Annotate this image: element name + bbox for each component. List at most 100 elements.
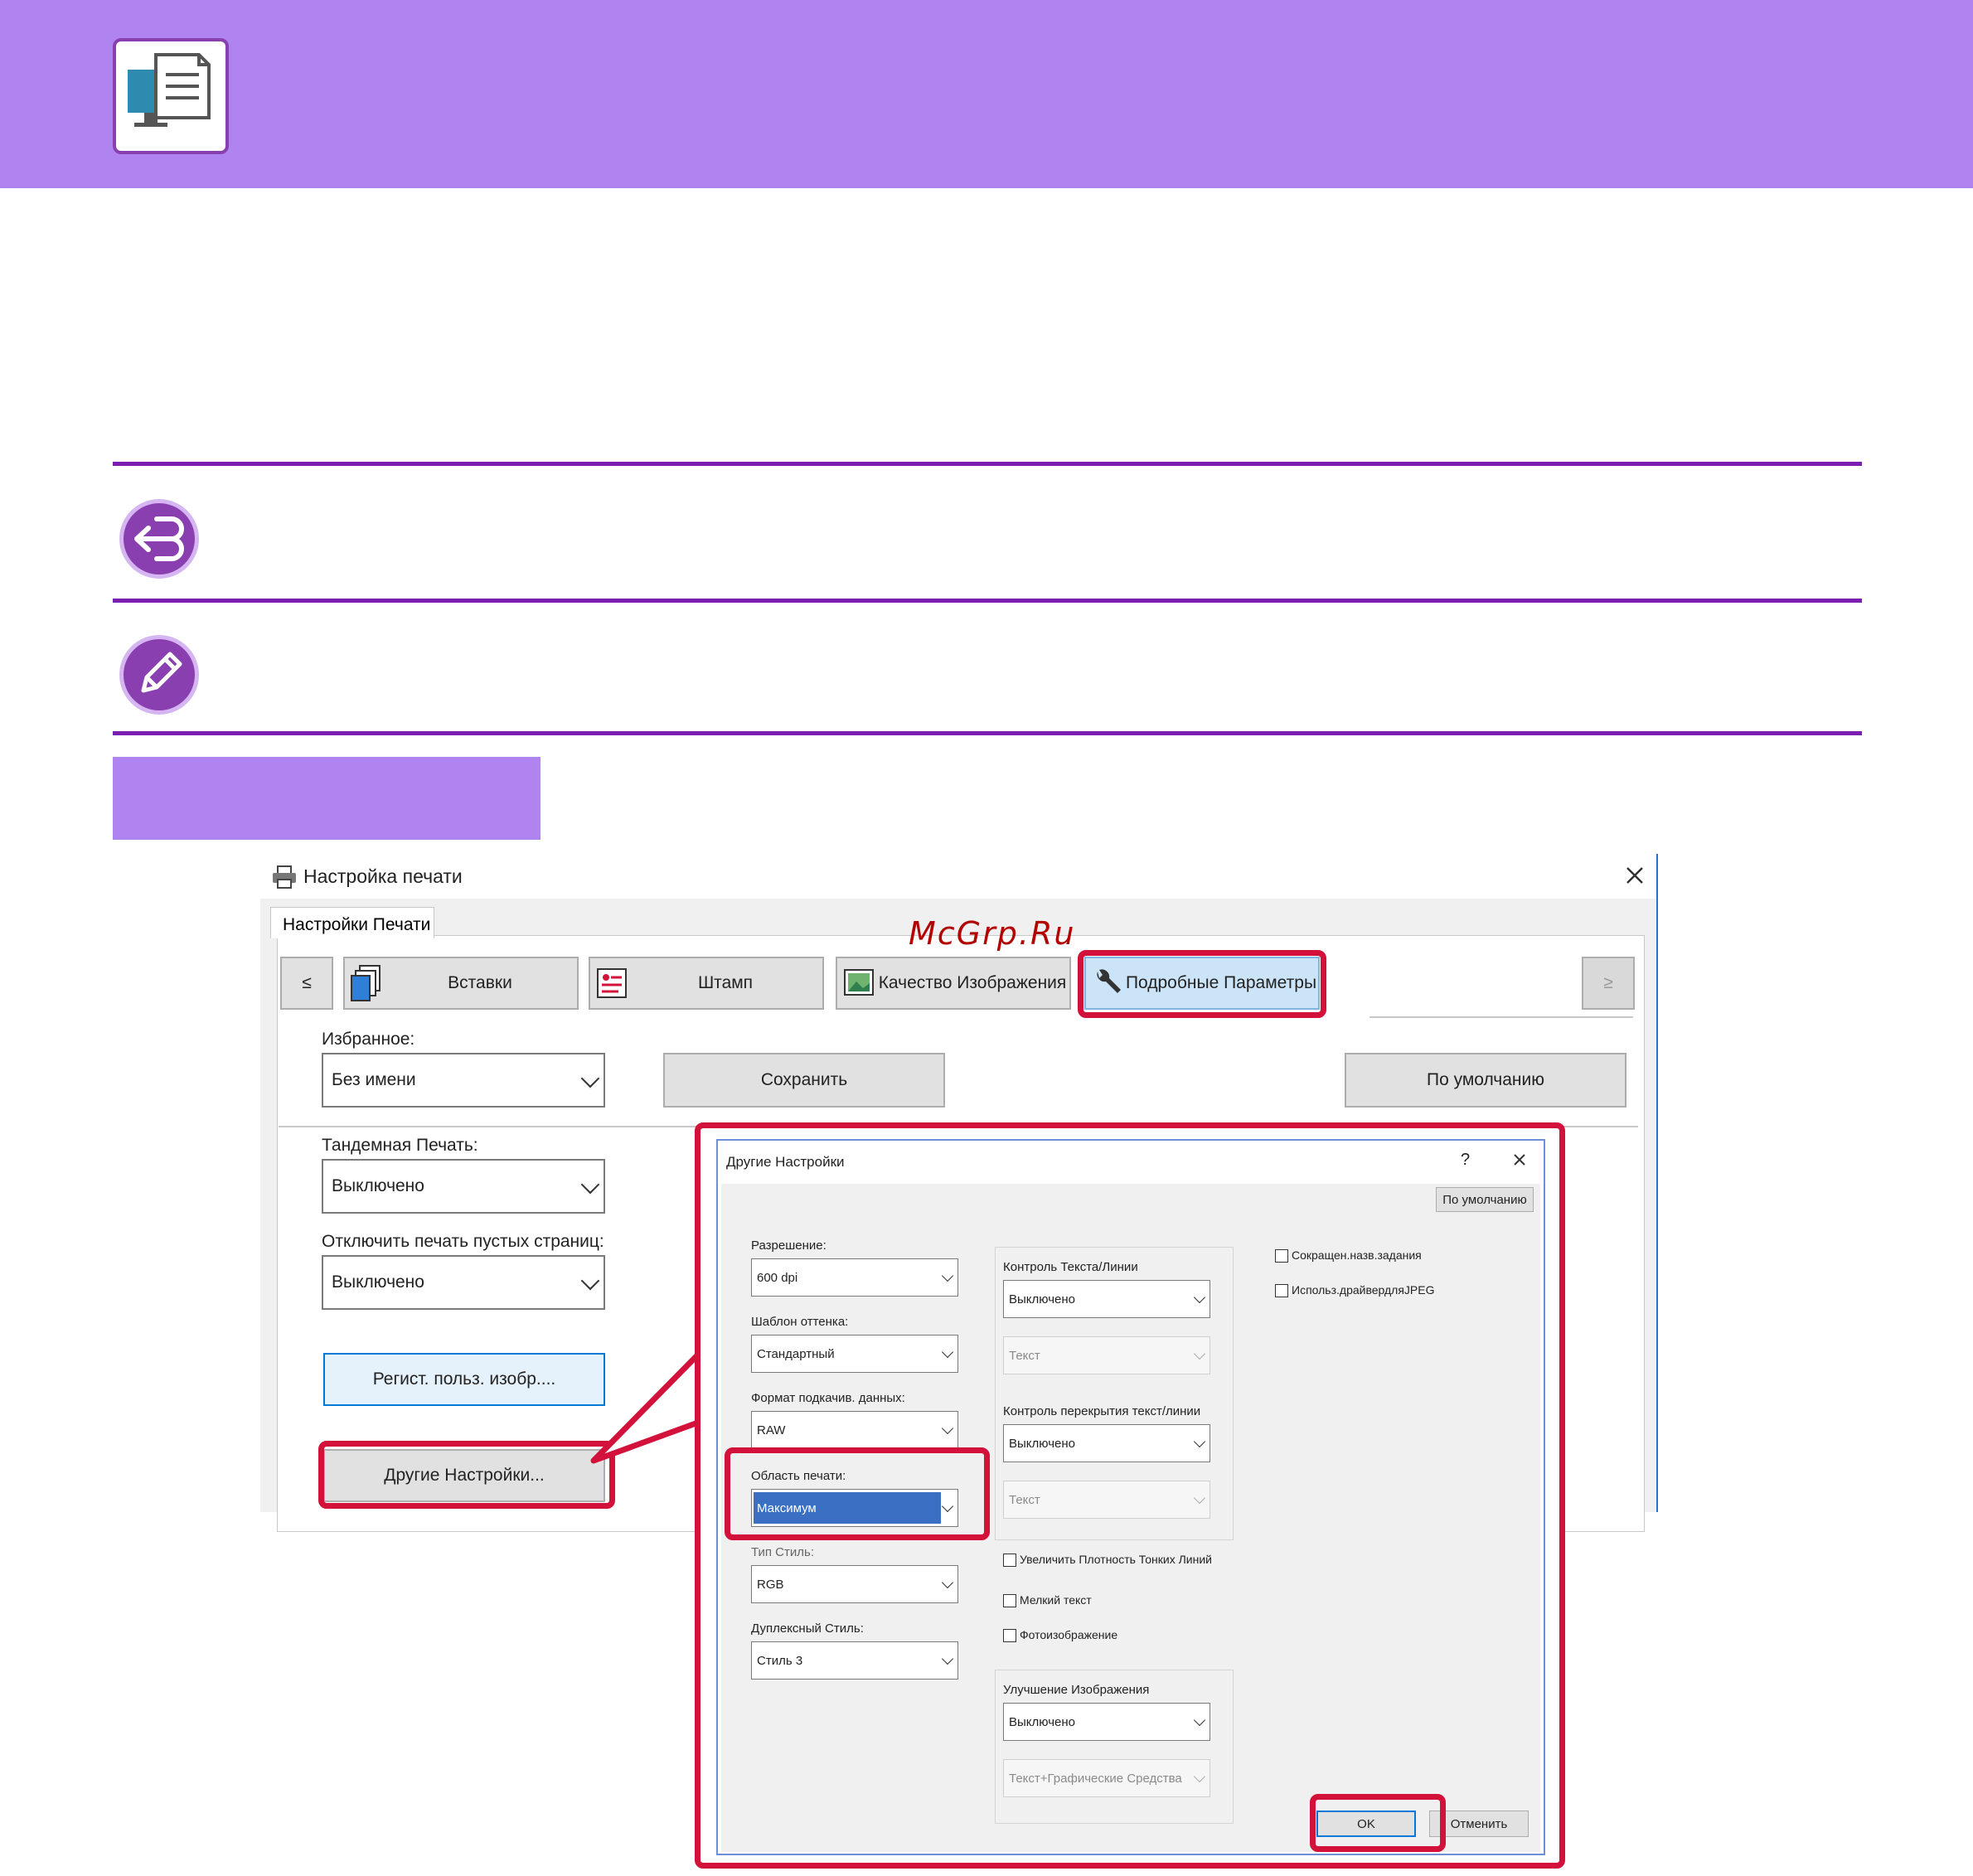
watermark-text: McGrp.Ru — [909, 915, 1076, 952]
print-document-icon — [113, 38, 229, 154]
dialog-title: Настройка печати — [303, 865, 463, 887]
tone-pattern-label: Шаблон оттенка: — [751, 1315, 849, 1329]
overlap-control-label: Контроль перекрытия текст/линии — [1003, 1404, 1201, 1418]
small-text-label: Мелкий текст — [1020, 1593, 1092, 1607]
printer-icon — [272, 865, 297, 889]
favorites-select[interactable]: Без имени — [322, 1053, 605, 1108]
thin-lines-label: Увеличить Плотность Тонких Линий — [1020, 1553, 1212, 1566]
defaults-button[interactable]: По умолчанию — [1345, 1053, 1626, 1108]
chevron-down-icon — [580, 1175, 600, 1195]
register-image-button[interactable]: Регист. польз. изобр.... — [323, 1353, 605, 1406]
chevron-down-icon — [941, 1576, 954, 1589]
tab-print-settings[interactable]: Настройки Печати — [270, 907, 434, 938]
chevron-down-icon — [1193, 1491, 1206, 1505]
header-band — [0, 0, 1973, 188]
text-line-control-label: Контроль Текста/Линии — [1003, 1260, 1138, 1274]
help-icon[interactable]: ? — [1461, 1151, 1470, 1170]
blank-pages-label: Отключить печать пустых страниц: — [322, 1232, 604, 1251]
image-enhance-select[interactable]: Выключено — [1003, 1703, 1210, 1741]
tone-pattern-value: Стандартный — [757, 1346, 835, 1361]
image-enhance-sub-select: Текст+Графические Средства — [1003, 1759, 1210, 1797]
tab-image-quality[interactable]: Качество Изображения — [836, 957, 1071, 1010]
tab-stamp[interactable]: Штамп — [589, 957, 824, 1010]
chevron-down-icon — [1193, 1770, 1206, 1783]
thin-lines-check[interactable] — [1003, 1554, 1016, 1567]
thin-lines-checkbox[interactable]: Увеличить Плотность Тонких Линий — [1003, 1554, 1219, 1567]
chevron-down-icon — [941, 1269, 954, 1282]
tab-inserts[interactable]: Вставки — [343, 957, 579, 1010]
text-line-sub-value: Текст — [1009, 1348, 1040, 1363]
photo-label: Фотоизображение — [1020, 1628, 1118, 1641]
color-style-select[interactable]: RGB — [751, 1565, 958, 1603]
resolution-label: Разрешение: — [751, 1239, 827, 1253]
spool-format-select[interactable]: RAW — [751, 1411, 958, 1449]
tab-image-quality-label: Качество Изображения — [878, 973, 1067, 992]
overlap-control-select[interactable]: Выключено — [1003, 1424, 1210, 1462]
image-quality-icon — [842, 967, 875, 1000]
text-line-sub-select: Текст — [1003, 1336, 1210, 1374]
chevron-down-icon — [941, 1345, 954, 1359]
tab-stamp-label: Штамп — [697, 973, 754, 992]
jpeg-driver-check[interactable] — [1275, 1284, 1288, 1298]
tandem-label: Тандемная Печать: — [322, 1136, 478, 1155]
tandem-value: Выключено — [332, 1176, 424, 1195]
text-line-control-value: Выключено — [1009, 1292, 1075, 1306]
image-enhance-value: Выключено — [1009, 1714, 1075, 1729]
duplex-style-label: Дуплексный Стиль: — [751, 1622, 864, 1636]
tab-separator — [1369, 1016, 1633, 1018]
chevron-down-icon — [941, 1422, 954, 1435]
chevron-down-icon — [941, 1652, 954, 1665]
color-style-label: Тип Стиль: — [751, 1545, 814, 1559]
chevron-down-icon — [1193, 1435, 1206, 1448]
resolution-select[interactable]: 600 dpi — [751, 1258, 958, 1297]
resolution-value: 600 dpi — [757, 1270, 798, 1285]
tone-pattern-select[interactable]: Стандартный — [751, 1335, 958, 1373]
divider — [113, 462, 1862, 466]
jpeg-driver-checkbox[interactable]: Использ.драйвердляJPEG — [1275, 1283, 1434, 1298]
image-enhance-sub-value: Текст+Графические Средства — [1009, 1771, 1182, 1786]
blank-pages-select[interactable]: Выключено — [322, 1255, 605, 1310]
highlight-print-area — [725, 1447, 990, 1540]
chevron-down-icon — [580, 1069, 600, 1088]
short-job-name-check[interactable] — [1275, 1249, 1288, 1263]
image-enhance-label: Улучшение Изображения — [1003, 1683, 1150, 1697]
favorites-label: Избранное: — [322, 1030, 415, 1049]
tab-inserts-label: Вставки — [448, 973, 512, 992]
divider — [113, 731, 1862, 735]
close-icon[interactable] — [1620, 860, 1650, 890]
tandem-select[interactable]: Выключено — [322, 1159, 605, 1214]
small-text-check[interactable] — [1003, 1594, 1016, 1608]
chevron-down-icon — [1193, 1347, 1206, 1360]
short-job-name-checkbox[interactable]: Сокращен.назв.задания — [1275, 1248, 1422, 1263]
small-text-checkbox[interactable]: Мелкий текст — [1003, 1593, 1092, 1608]
close-icon[interactable] — [1509, 1149, 1530, 1171]
duplex-style-value: Стиль 3 — [757, 1653, 803, 1668]
overlap-sub-value: Текст — [1009, 1492, 1040, 1507]
return-icon — [119, 499, 199, 579]
tab-prev-button[interactable]: ≤ — [280, 957, 333, 1010]
photo-check[interactable] — [1003, 1629, 1016, 1643]
color-style-value: RGB — [757, 1577, 784, 1592]
stamp-icon — [595, 967, 628, 1000]
sub-dialog-title: Другие Настройки — [726, 1154, 845, 1170]
inserts-icon — [350, 964, 383, 1002]
text-line-control-select[interactable]: Выключено — [1003, 1280, 1210, 1318]
save-button[interactable]: Сохранить — [663, 1053, 945, 1108]
photo-checkbox[interactable]: Фотоизображение — [1003, 1628, 1118, 1643]
highlight-ok-button — [1310, 1794, 1446, 1852]
divider — [113, 599, 1862, 603]
short-job-name-label: Сокращен.назв.задания — [1292, 1248, 1422, 1262]
spool-format-label: Формат подкачив. данных: — [751, 1391, 905, 1405]
step-band — [113, 757, 541, 840]
window-edge — [1656, 854, 1658, 1512]
overlap-control-value: Выключено — [1009, 1436, 1075, 1451]
pencil-note-icon — [119, 635, 199, 715]
sub-defaults-button[interactable]: По умолчанию — [1436, 1187, 1534, 1212]
duplex-style-select[interactable]: Стиль 3 — [751, 1641, 958, 1680]
highlight-other-settings-button — [318, 1441, 615, 1509]
favorites-value: Без имени — [332, 1070, 416, 1089]
overlap-sub-select: Текст — [1003, 1481, 1210, 1519]
chevron-down-icon — [1193, 1714, 1206, 1727]
spool-format-value: RAW — [757, 1423, 786, 1437]
tab-next-button[interactable]: ≥ — [1582, 957, 1635, 1010]
